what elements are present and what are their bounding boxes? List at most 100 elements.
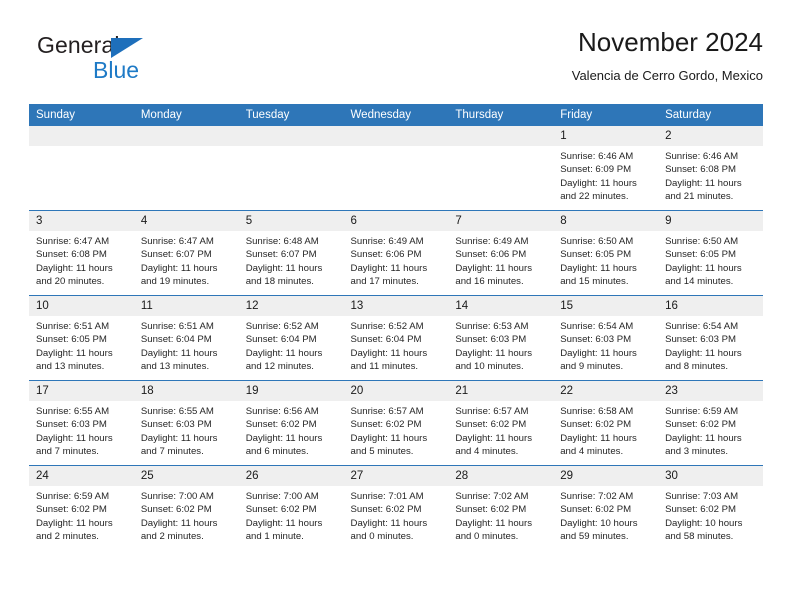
sunrise-text: Sunrise: 7:02 AM: [455, 491, 529, 502]
day-details: Sunrise: 6:49 AM Sunset: 6:06 PM Daylight:…: [344, 231, 449, 289]
day-cell-inner: 14 Sunrise: 6:53 AM Sunset: 6:03 PM Dayligh…: [448, 296, 554, 380]
calendar-day-cell[interactable]: 29 Sunrise: 7:02 AM Sunset: 6:02 PM Dayligh…: [553, 465, 659, 550]
calendar-day-cell[interactable]: 18 Sunrise: 6:55 AM Sunset: 6:03 PM Dayligh…: [133, 380, 239, 466]
calendar-day-cell[interactable]: 24 Sunrise: 6:59 AM Sunset: 6:02 PM Dayligh…: [29, 465, 134, 550]
calendar-day-cell[interactable]: 9 Sunrise: 6:50 AM Sunset: 6:05 PM Daylight…: [658, 210, 763, 296]
daylight-text-line1: Daylight: 11 hours: [245, 347, 323, 359]
day-details: Sunrise: 6:51 AM Sunset: 6:05 PM Daylight:…: [29, 316, 134, 374]
day-number: 27: [343, 466, 449, 486]
calendar-day-cell[interactable]: 15 Sunrise: 6:54 AM Sunset: 6:03 PM Dayligh…: [553, 295, 659, 381]
daylight-text-line1: Daylight: 11 hours: [350, 262, 428, 274]
day-details: Sunrise: 6:52 AM Sunset: 6:04 PM Daylight:…: [344, 316, 449, 374]
sunset-text: Sunset: 6:02 PM: [350, 504, 422, 516]
brand-logo[interactable]: General Blue: [29, 32, 249, 90]
calendar-day-cell[interactable]: 1 Sunrise: 6:46 AM Sunset: 6:09 PM Daylight…: [553, 126, 659, 211]
page-title: November 2024: [578, 27, 763, 57]
calendar-day-cell[interactable]: 3 Sunrise: 6:47 AM Sunset: 6:08 PM Daylight…: [29, 210, 134, 296]
day-cell-inner: 24 Sunrise: 6:59 AM Sunset: 6:02 PM Dayligh…: [29, 466, 134, 550]
calendar-day-cell[interactable]: 21 Sunrise: 6:57 AM Sunset: 6:02 PM Dayligh…: [448, 380, 554, 466]
day-number: 17: [29, 381, 134, 401]
title-block: November 2024 Valencia de Cerro Gordo, M…: [572, 26, 763, 85]
calendar-day-cell[interactable]: 8 Sunrise: 6:50 AM Sunset: 6:05 PM Daylight…: [553, 210, 659, 296]
calendar-day-cell[interactable]: 13 Sunrise: 6:52 AM Sunset: 6:04 PM Dayligh…: [343, 295, 449, 381]
calendar-day-cell[interactable]: 14 Sunrise: 6:53 AM Sunset: 6:03 PM Dayligh…: [448, 295, 554, 381]
calendar-day-cell[interactable]: 20 Sunrise: 6:57 AM Sunset: 6:02 PM Dayligh…: [343, 380, 449, 466]
day-cell-inner: 9 Sunrise: 6:50 AM Sunset: 6:05 PM Daylight…: [658, 211, 763, 295]
sunrise-text: Sunrise: 6:54 AM: [665, 321, 739, 332]
day-details: Sunrise: 6:54 AM Sunset: 6:03 PM Daylight:…: [553, 316, 658, 374]
calendar-day-cell[interactable]: 6 Sunrise: 6:49 AM Sunset: 6:06 PM Daylight…: [343, 210, 449, 296]
daylight-text-line2: and 7 minutes.: [36, 446, 99, 458]
sunrise-text: Sunrise: 6:51 AM: [140, 321, 214, 332]
day-cell-inner: 29 Sunrise: 7:02 AM Sunset: 6:02 PM Dayligh…: [553, 466, 659, 550]
calendar-day-cell[interactable]: 28 Sunrise: 7:02 AM Sunset: 6:02 PM Dayligh…: [448, 465, 554, 550]
calendar-day-cell[interactable]: 5 Sunrise: 6:48 AM Sunset: 6:07 PM Daylight…: [238, 210, 344, 296]
day-number: 2: [658, 126, 763, 146]
sunset-text: Sunset: 6:02 PM: [140, 504, 212, 516]
calendar-day-cell[interactable]: 22 Sunrise: 6:58 AM Sunset: 6:02 PM Dayligh…: [553, 380, 659, 466]
daylight-text-line2: and 17 minutes.: [350, 276, 419, 288]
sunrise-text: Sunrise: 6:57 AM: [455, 406, 529, 417]
sunset-text: Sunset: 6:02 PM: [36, 504, 107, 516]
day-details: Sunrise: 6:54 AM Sunset: 6:03 PM Daylight:…: [658, 316, 763, 374]
sunset-text: Sunset: 6:03 PM: [560, 334, 632, 346]
day-number: 7: [448, 211, 554, 231]
calendar-day-cell[interactable]: 19 Sunrise: 6:56 AM Sunset: 6:02 PM Dayligh…: [238, 380, 344, 466]
day-details: Sunrise: 6:48 AM Sunset: 6:07 PM Daylight:…: [239, 231, 344, 289]
day-cell-inner: 25 Sunrise: 7:00 AM Sunset: 6:02 PM Dayligh…: [133, 466, 239, 550]
sunrise-text: Sunrise: 6:46 AM: [560, 151, 634, 162]
calendar-day-cell[interactable]: 2 Sunrise: 6:46 AM Sunset: 6:08 PM Daylight…: [658, 126, 763, 211]
calendar-day-cell[interactable]: 12 Sunrise: 6:52 AM Sunset: 6:04 PM Dayligh…: [238, 295, 344, 381]
daylight-text-line1: Daylight: 11 hours: [245, 517, 323, 529]
day-number: 14: [448, 296, 554, 316]
day-cell-inner: 21 Sunrise: 6:57 AM Sunset: 6:02 PM Dayligh…: [448, 381, 554, 465]
brand-triangle-icon: [111, 38, 143, 58]
sunset-text: Sunset: 6:02 PM: [455, 504, 527, 516]
day-cell-inner: 26 Sunrise: 7:00 AM Sunset: 6:02 PM Dayligh…: [238, 466, 344, 550]
daylight-text-line1: Daylight: 10 hours: [665, 517, 743, 529]
calendar-day-cell[interactable]: 10 Sunrise: 6:51 AM Sunset: 6:05 PM Dayligh…: [29, 295, 134, 381]
day-details: Sunrise: 6:57 AM Sunset: 6:02 PM Daylight:…: [344, 401, 449, 459]
weekday-header-tuesday: Tuesday: [238, 104, 344, 126]
day-cell-inner: [448, 126, 554, 210]
calendar-day-cell[interactable]: 26 Sunrise: 7:00 AM Sunset: 6:02 PM Dayligh…: [238, 465, 344, 550]
calendar-day-cell[interactable]: 23 Sunrise: 6:59 AM Sunset: 6:02 PM Dayligh…: [658, 380, 763, 466]
weekday-header-row: Sunday Monday Tuesday Wednesday Thursday…: [29, 104, 763, 126]
day-cell-inner: 3 Sunrise: 6:47 AM Sunset: 6:08 PM Daylight…: [29, 211, 134, 295]
calendar-day-cell[interactable]: 16 Sunrise: 6:54 AM Sunset: 6:03 PM Dayligh…: [658, 295, 763, 381]
calendar-day-cell[interactable]: 4 Sunrise: 6:47 AM Sunset: 6:07 PM Daylight…: [133, 210, 239, 296]
day-number: 4: [133, 211, 239, 231]
daylight-text-line2: and 12 minutes.: [245, 361, 314, 373]
day-number: [238, 126, 344, 146]
day-number: 29: [553, 466, 659, 486]
daylight-text-line2: and 9 minutes.: [560, 361, 624, 373]
day-cell-inner: 27 Sunrise: 7:01 AM Sunset: 6:02 PM Dayligh…: [343, 466, 449, 550]
day-cell-inner: 19 Sunrise: 6:56 AM Sunset: 6:02 PM Dayligh…: [238, 381, 344, 465]
calendar-day-cell[interactable]: 30 Sunrise: 7:03 AM Sunset: 6:02 PM Dayligh…: [658, 465, 763, 550]
day-cell-inner: [133, 126, 239, 210]
day-details: Sunrise: 7:00 AM Sunset: 6:02 PM Daylight:…: [134, 486, 239, 544]
daylight-text-line2: and 59 minutes.: [560, 531, 629, 543]
sunrise-text: Sunrise: 6:52 AM: [245, 321, 319, 332]
day-cell-inner: 11 Sunrise: 6:51 AM Sunset: 6:04 PM Dayligh…: [133, 296, 239, 380]
sunrise-text: Sunrise: 7:00 AM: [140, 491, 214, 502]
daylight-text-line2: and 10 minutes.: [455, 361, 524, 373]
sunrise-text: Sunrise: 6:52 AM: [350, 321, 424, 332]
daylight-text-line1: Daylight: 11 hours: [455, 517, 532, 529]
calendar-day-cell[interactable]: 17 Sunrise: 6:55 AM Sunset: 6:03 PM Dayligh…: [29, 380, 134, 466]
weekday-header-friday: Friday: [553, 104, 659, 126]
day-details: Sunrise: 6:47 AM Sunset: 6:07 PM Daylight:…: [134, 231, 239, 289]
calendar-day-cell[interactable]: 11 Sunrise: 6:51 AM Sunset: 6:04 PM Dayligh…: [133, 295, 239, 381]
day-number: 25: [133, 466, 239, 486]
calendar-day-cell[interactable]: 25 Sunrise: 7:00 AM Sunset: 6:02 PM Dayligh…: [133, 465, 239, 550]
sunset-text: Sunset: 6:02 PM: [245, 419, 317, 431]
sunset-text: Sunset: 6:02 PM: [245, 504, 317, 516]
calendar-day-cell[interactable]: 27 Sunrise: 7:01 AM Sunset: 6:02 PM Dayligh…: [343, 465, 449, 550]
calendar-week-row: 1 Sunrise: 6:46 AM Sunset: 6:09 PM Daylight…: [29, 126, 763, 211]
day-cell-inner: 20 Sunrise: 6:57 AM Sunset: 6:02 PM Dayligh…: [343, 381, 449, 465]
daylight-text-line1: Daylight: 11 hours: [350, 517, 428, 529]
sunrise-text: Sunrise: 6:56 AM: [245, 406, 319, 417]
calendar-day-cell-empty: [238, 126, 344, 211]
day-number: 19: [238, 381, 344, 401]
calendar-day-cell[interactable]: 7 Sunrise: 6:49 AM Sunset: 6:06 PM Daylight…: [448, 210, 554, 296]
